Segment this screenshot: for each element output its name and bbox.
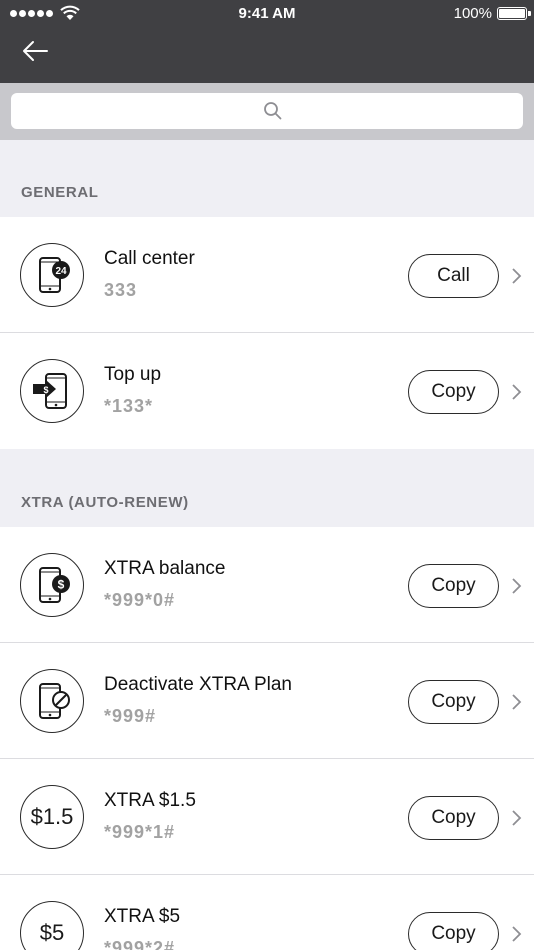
dollar-amount-icon: $1.5	[20, 785, 84, 849]
section-header-general: GENERAL	[0, 140, 534, 217]
svg-text:$: $	[58, 578, 65, 592]
list-item-xtra-balance[interactable]: $ XTRA balance *999*0# Copy	[0, 527, 534, 643]
copy-button[interactable]: Copy	[408, 680, 499, 724]
section-title: XTRA (AUTO-RENEW)	[21, 494, 189, 511]
chevron-right-icon[interactable]	[511, 925, 523, 943]
item-title: Call center	[104, 248, 195, 269]
item-code: 333	[104, 280, 138, 300]
back-button[interactable]	[20, 38, 70, 68]
list-item-xtra-1-5[interactable]: $1.5 XTRA $1.5 *999*1# Copy	[0, 759, 534, 875]
list-item-call-center[interactable]: 24 Call center 333 Call	[0, 217, 534, 333]
navigation-bar	[0, 28, 534, 83]
phone-topup-icon: $	[20, 359, 84, 423]
item-code: *999*2#	[104, 938, 176, 950]
icon-amount: $1.5	[30, 804, 74, 829]
list-item-xtra-5[interactable]: $5 XTRA $5 *999*2# Copy	[0, 875, 534, 950]
copy-button[interactable]: Copy	[408, 564, 499, 608]
battery-percent: 100%	[453, 5, 492, 22]
chevron-right-icon[interactable]	[511, 577, 523, 595]
search-input[interactable]	[11, 93, 523, 129]
item-code: *999*1#	[104, 822, 176, 842]
item-title: Deactivate XTRA Plan	[104, 674, 292, 695]
item-title: Top up	[104, 364, 162, 385]
item-title: XTRA $1.5	[104, 790, 196, 811]
item-title: XTRA balance	[104, 558, 226, 579]
copy-button[interactable]: Copy	[408, 912, 499, 950]
svg-text:$: $	[43, 385, 48, 395]
list-item-deactivate-xtra[interactable]: Deactivate XTRA Plan *999# Copy	[0, 643, 534, 759]
item-code: *999#	[104, 706, 157, 726]
icon-amount: $5	[39, 920, 65, 945]
back-arrow-icon	[23, 41, 48, 61]
chevron-right-icon[interactable]	[511, 267, 523, 285]
chevron-right-icon[interactable]	[511, 809, 523, 827]
search-bar	[0, 83, 534, 140]
status-bar: 9:41 AM 100%	[0, 0, 534, 28]
phone-deactivate-icon	[20, 669, 84, 733]
battery-icon	[497, 7, 527, 20]
section-title: GENERAL	[21, 184, 99, 201]
chevron-right-icon[interactable]	[511, 693, 523, 711]
item-code: *133*	[104, 396, 154, 416]
section-header-xtra: XTRA (AUTO-RENEW)	[0, 449, 534, 527]
item-title: XTRA $5	[104, 906, 181, 927]
call-button[interactable]: Call	[408, 254, 499, 298]
item-code: *999*0#	[104, 590, 176, 610]
phone-dollar-icon: $	[20, 553, 84, 617]
list-item-top-up[interactable]: $ Top up *133* Copy	[0, 333, 534, 449]
phone-24-icon: 24	[20, 243, 84, 307]
copy-button[interactable]: Copy	[408, 796, 499, 840]
search-icon	[264, 102, 282, 120]
dollar-amount-icon: $5	[20, 901, 84, 950]
battery-tip	[528, 11, 531, 16]
svg-text:24: 24	[55, 266, 67, 277]
copy-button[interactable]: Copy	[408, 370, 499, 414]
chevron-right-icon[interactable]	[511, 383, 523, 401]
